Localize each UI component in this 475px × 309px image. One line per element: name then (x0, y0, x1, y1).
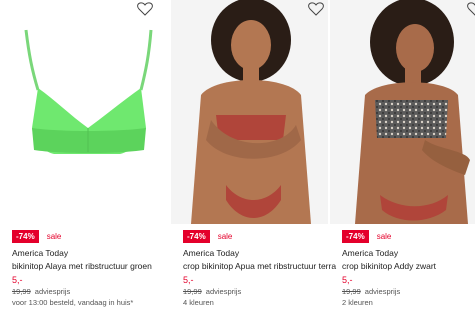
color-count: 2 kleuren (342, 298, 373, 307)
product-price: 5,- (183, 275, 194, 285)
sale-label: sale (46, 232, 62, 241)
badge-row: -74% sale (12, 230, 61, 243)
discount-badge: -74% (183, 230, 210, 243)
product-card[interactable]: -74% sale America Today crop bikinitop A… (330, 0, 475, 309)
model-printed-bikini-image (330, 0, 475, 224)
product-brand: America Today (183, 248, 240, 258)
old-price-label: adviesprijs (34, 287, 71, 296)
product-price: 5,- (342, 275, 353, 285)
sale-label: sale (376, 232, 392, 241)
product-price: 5,- (12, 275, 23, 285)
old-price: 19,99 (342, 287, 361, 296)
badge-row: -74% sale (342, 230, 391, 243)
old-price-row: 19,99 adviesprijs (342, 287, 400, 296)
product-card[interactable]: -74% sale America Today bikinitop Alaya … (0, 0, 157, 309)
heart-outline-icon[interactable] (308, 2, 324, 16)
color-count: 4 kleuren (183, 298, 214, 307)
product-image[interactable] (330, 0, 475, 224)
delivery-info: voor 13:00 besteld, vandaag in huis* (12, 298, 134, 307)
old-price-row: 19,99 adviesprijs (183, 287, 241, 296)
product-title[interactable]: bikinitop Alaya met ribstructuur groen (12, 261, 152, 271)
old-price-label: adviesprijs (364, 287, 401, 296)
product-card[interactable]: -74% sale America Today crop bikinitop A… (171, 0, 336, 309)
discount-badge: -74% (12, 230, 39, 243)
sale-label: sale (217, 232, 233, 241)
product-brand: America Today (342, 248, 399, 258)
product-image[interactable] (171, 0, 328, 224)
old-price-label: adviesprijs (205, 287, 242, 296)
discount-badge: -74% (342, 230, 369, 243)
product-image[interactable] (0, 0, 157, 224)
product-title[interactable]: crop bikinitop Apua met ribstructuur ter… (183, 261, 336, 271)
green-bikini-top-image (0, 0, 157, 224)
heart-outline-icon[interactable] (137, 2, 153, 16)
model-terra-bikini-image (171, 0, 328, 224)
old-price-row: 19,99 adviesprijs (12, 287, 70, 296)
old-price: 19,99 (183, 287, 202, 296)
heart-outline-icon[interactable] (467, 2, 475, 16)
old-price: 19,99 (12, 287, 31, 296)
product-title[interactable]: crop bikinitop Addy zwart (342, 261, 436, 271)
product-brand: America Today (12, 248, 69, 258)
badge-row: -74% sale (183, 230, 232, 243)
